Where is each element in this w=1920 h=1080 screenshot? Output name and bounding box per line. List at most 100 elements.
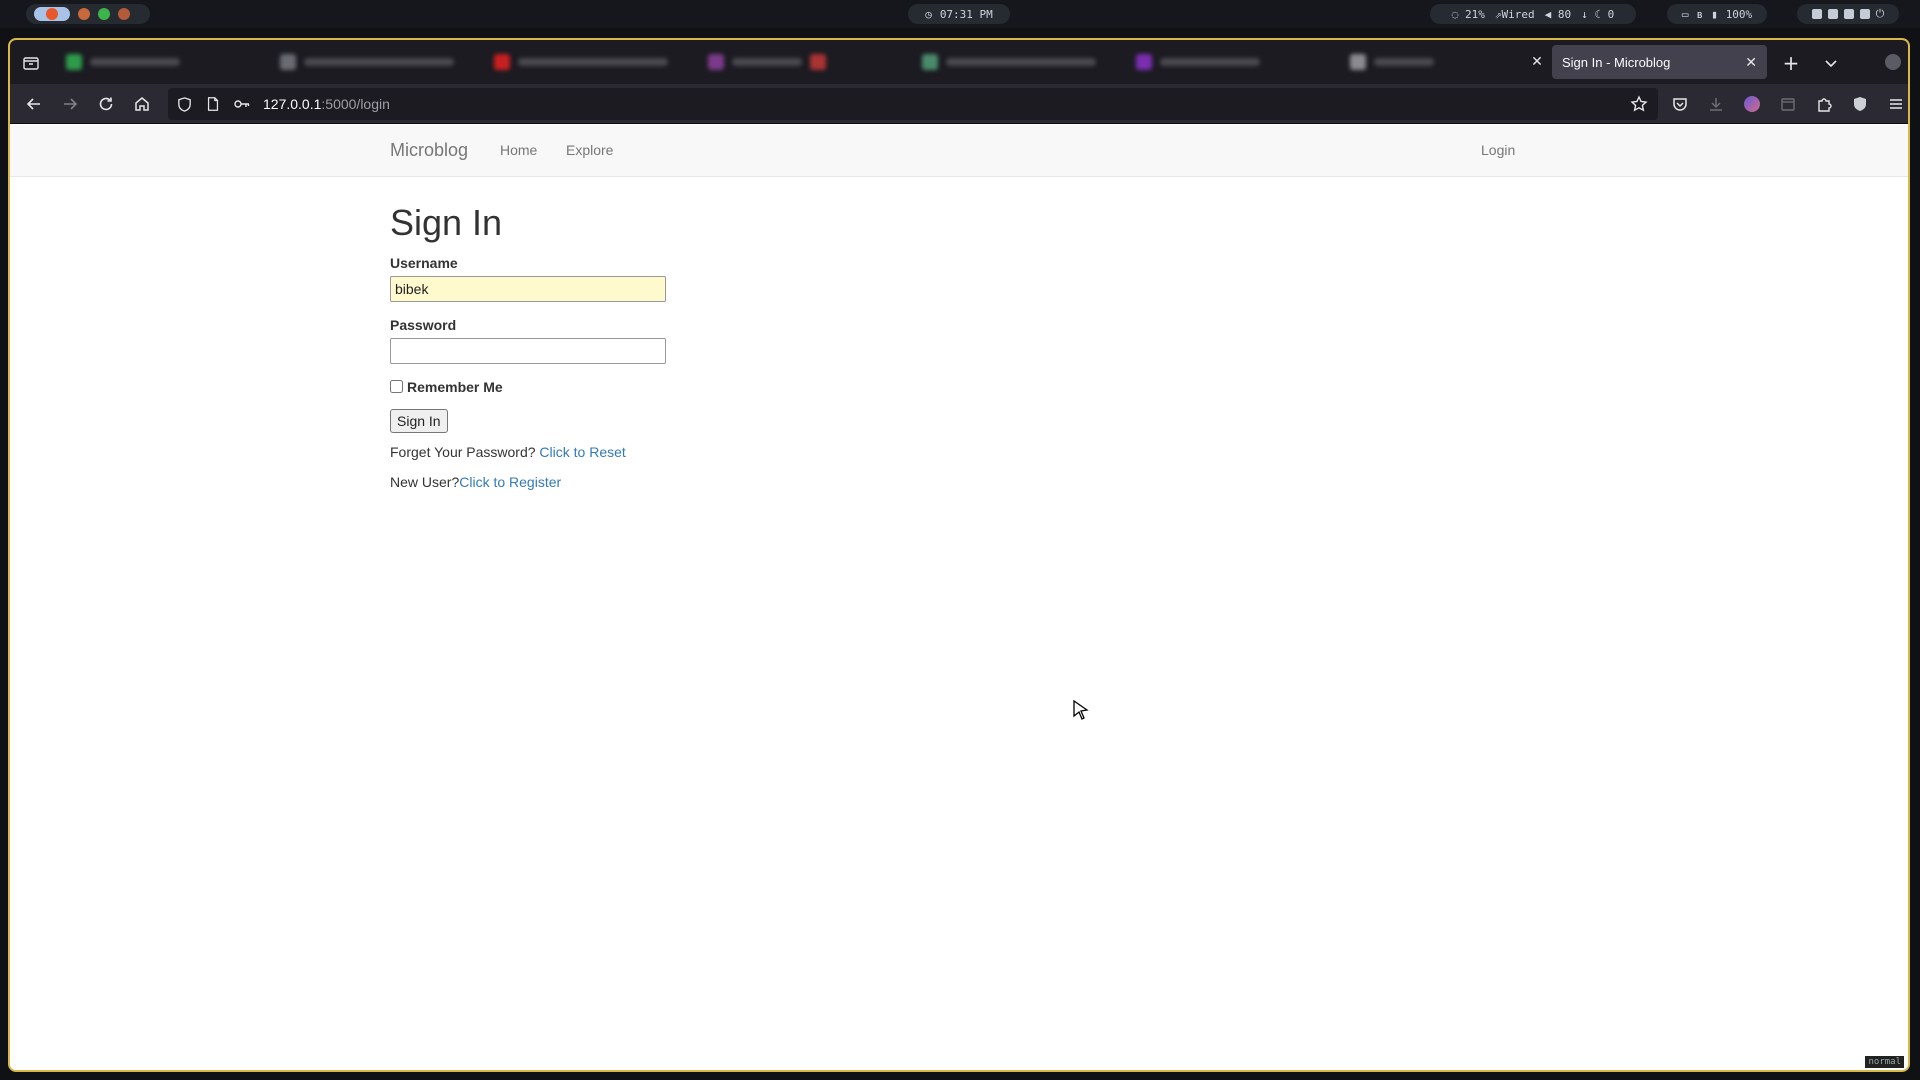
new-tab-icon[interactable]: +	[1780, 51, 1802, 75]
tab-favicon-icon	[708, 54, 724, 70]
tab-sign-in[interactable]: Sign In - Microblog ✕	[1552, 45, 1767, 79]
url-text[interactable]: 127.0.0.1:5000/login	[263, 96, 390, 112]
workspace-active[interactable]	[34, 7, 70, 21]
list-all-tabs-icon[interactable]	[1820, 52, 1842, 74]
tray-app-icon[interactable]	[1843, 9, 1854, 19]
container-icon[interactable]	[1778, 94, 1798, 114]
downloads-icon[interactable]	[1706, 94, 1726, 114]
background-tab[interactable]	[58, 49, 218, 75]
firefox-view-icon[interactable]	[20, 52, 42, 74]
close-tab-icon[interactable]: ✕	[1745, 54, 1757, 71]
battery-value: 100%	[1725, 7, 1753, 21]
password-field[interactable]	[390, 337, 666, 364]
url-host: 127.0.0.1	[263, 96, 322, 112]
account-icon[interactable]	[1884, 53, 1902, 71]
tab-title: Sign In - Microblog	[1562, 54, 1671, 70]
system-status-widget[interactable]: ◌ 21% ⇗Wired ◀ 80 ↓ ☾ 0	[1430, 4, 1636, 24]
remember-me-checkbox[interactable]	[390, 380, 403, 394]
register-link[interactable]: Click to Register	[459, 474, 561, 490]
register-line: New User?Click to Register	[390, 474, 990, 490]
network-status: ⇗Wired	[1495, 8, 1535, 21]
power-icon[interactable]: ⏻	[1876, 7, 1885, 21]
tray-app-icon[interactable]	[1859, 9, 1870, 19]
tray-app-icon[interactable]	[1811, 9, 1822, 19]
clock-widget[interactable]: ◷ 07:31 PM	[908, 4, 1010, 24]
back-icon[interactable]	[24, 94, 44, 114]
tab-title-blurred	[1374, 58, 1434, 66]
page-info-icon[interactable]	[205, 96, 221, 112]
page-title: Sign In	[390, 202, 503, 243]
tab-favicon-icon	[1350, 54, 1366, 70]
site-navbar: Microblog Home Explore Login	[10, 125, 1908, 177]
forgot-password-text: Forget Your Password?	[390, 443, 536, 460]
app-icon[interactable]	[118, 8, 130, 20]
cpu-icon: ◌	[1451, 7, 1459, 21]
browser-window: ✕ Sign In - Microblog ✕ + 127.0.0.1:5000…	[8, 38, 1910, 1072]
volume-status: ◀ 80	[1545, 8, 1572, 21]
login-form: Sign In Username Password Remember Me Si…	[390, 203, 990, 504]
background-tab[interactable]	[1128, 49, 1328, 75]
clock-text: 07:31 PM	[939, 7, 993, 21]
download-icon: ↓	[1581, 7, 1588, 21]
display-icon: ▭	[1681, 7, 1689, 21]
page-content: Microblog Home Explore Login Sign In Use…	[10, 125, 1908, 1070]
tab-strip: ✕ Sign In - Microblog ✕ +	[10, 40, 1908, 84]
app-icon[interactable]	[78, 8, 90, 20]
nav-link-login[interactable]: Login	[1481, 142, 1515, 158]
tab-favicon-icon	[494, 54, 510, 70]
workspace-switcher[interactable]	[26, 4, 150, 24]
moon-icon: ☾	[1594, 7, 1601, 21]
url-bar[interactable]: 127.0.0.1:5000/login	[168, 88, 1658, 120]
site-brand[interactable]: Microblog	[390, 140, 468, 161]
tab-title-blurred	[946, 58, 1096, 66]
navigation-toolbar: 127.0.0.1:5000/login	[10, 84, 1908, 124]
password-label: Password	[390, 316, 457, 333]
tab-favicon-icon	[922, 54, 938, 70]
ublock-shield-icon[interactable]	[1850, 94, 1870, 114]
tab-title-blurred	[304, 58, 454, 66]
nav-link-explore[interactable]: Explore	[566, 142, 613, 158]
network-icon: ⇗	[1494, 7, 1502, 21]
background-tab[interactable]	[914, 49, 1114, 75]
background-tab[interactable]	[272, 49, 472, 75]
tab-title-blurred	[732, 58, 802, 66]
sign-in-button[interactable]: Sign In	[390, 408, 448, 433]
forgot-password-line: Forget Your Password? Click to Reset	[390, 444, 990, 460]
download-status: ↓ ☾ 0	[1581, 8, 1614, 21]
reload-icon[interactable]	[96, 94, 116, 114]
download-value: 0	[1607, 7, 1615, 21]
tab-favicon-icon	[810, 54, 826, 70]
profile-avatar-icon[interactable]	[1742, 94, 1762, 114]
username-label: Username	[390, 254, 458, 271]
tracking-shield-icon[interactable]	[176, 96, 193, 113]
app-icon[interactable]	[98, 8, 110, 20]
reset-password-link[interactable]: Click to Reset	[539, 444, 625, 460]
remember-me-label[interactable]: Remember Me	[407, 379, 503, 395]
url-path: :5000/login	[321, 96, 390, 112]
pocket-icon[interactable]	[1670, 94, 1690, 114]
forward-icon[interactable]	[60, 94, 80, 114]
background-tab[interactable]	[1342, 49, 1542, 75]
username-field[interactable]	[390, 275, 666, 302]
background-tab[interactable]	[486, 49, 686, 75]
extensions-puzzle-icon[interactable]	[1814, 94, 1834, 114]
new-user-text: New User?	[390, 473, 460, 490]
system-tray[interactable]: ⏻	[1797, 4, 1899, 24]
firefox-icon	[46, 8, 58, 20]
cpu-status: ◌ 21%	[1452, 8, 1485, 21]
saved-login-key-icon[interactable]	[233, 95, 251, 113]
tray-app-icon[interactable]	[1827, 9, 1838, 19]
background-tab[interactable]	[700, 49, 900, 75]
os-top-bar: ◷ 07:31 PM ◌ 21% ⇗Wired ◀ 80 ↓ ☾ 0 ▭ ʙ ▮…	[0, 0, 1920, 28]
tab-title-blurred	[90, 58, 180, 66]
mouse-pointer-icon	[1072, 699, 1090, 725]
vim-mode-badge: normal	[1865, 1056, 1904, 1068]
bookmark-star-icon[interactable]	[1630, 95, 1648, 113]
home-icon[interactable]	[132, 94, 152, 114]
close-tab-icon[interactable]: ✕	[1528, 53, 1546, 71]
hamburger-menu-icon[interactable]	[1886, 94, 1906, 114]
tab-title-blurred	[518, 58, 668, 66]
tab-favicon-icon	[280, 54, 296, 70]
nav-link-home[interactable]: Home	[500, 142, 537, 158]
hardware-status-widget[interactable]: ▭ ʙ ▮ 100%	[1667, 4, 1767, 24]
